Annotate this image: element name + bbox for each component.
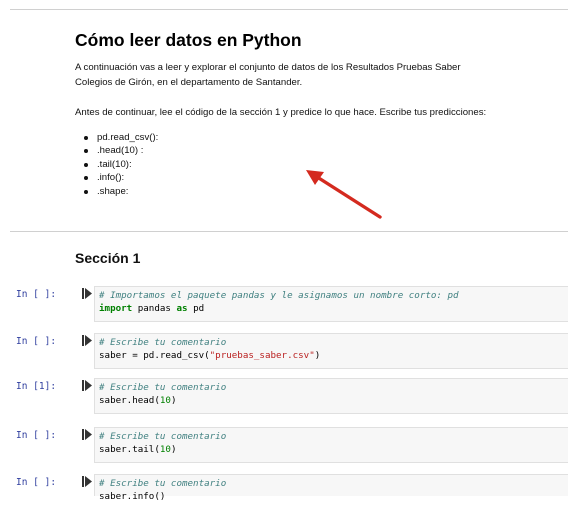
code-keyword: as [176,302,188,314]
code-cell[interactable]: In [ ]: # Escribe tu comentario saber.in… [0,474,568,510]
code-fragment: ) [170,443,177,455]
code-text[interactable]: # Escribe tu comentario saber = pd.read_… [99,337,320,362]
code-fragment: saber.info() [99,490,166,502]
code-cell[interactable]: In [ ]: # Escribe tu comentario saber.ta… [0,427,568,463]
intro-line-1: A continuación vas a leer y explorar el … [75,62,461,73]
code-number: 10 [159,443,171,455]
code-cell[interactable]: In [ ]: # Importamos el paquete pandas y… [0,286,568,322]
code-comment: # Importamos el paquete pandas y le asig… [99,290,459,301]
section-heading: Sección 1 [75,250,141,266]
red-arrow-annotation [306,170,382,219]
code-cell[interactable]: In [1]: # Escribe tu comentario saber.he… [0,378,568,414]
code-comment: # Escribe tu comentario [99,431,227,442]
code-fragment: pd [187,302,205,314]
cell-prompt: In [ ]: [16,336,57,347]
code-number: 10 [159,394,171,406]
list-item: pd.read_csv(): [84,131,568,144]
code-fragment: saber.head( [99,394,160,406]
code-text[interactable]: # Escribe tu comentario saber.head(10) [99,382,226,407]
cell-prompt: In [1]: [16,381,57,392]
intro-line-2: Colegios de Girón, en el departamento de… [75,77,303,88]
code-fragment: saber.tail( [99,443,160,455]
cell-prompt: In [ ]: [16,430,57,441]
run-cell-icon[interactable] [82,476,92,487]
page-title: Cómo leer datos en Python [75,30,302,50]
list-item: .head(10) : [84,144,568,157]
run-cell-icon[interactable] [82,288,92,299]
code-text[interactable]: # Escribe tu comentario saber.info() [99,478,226,503]
code-string: "pruebas_saber.csv" [209,349,315,361]
code-keyword: import [99,302,133,314]
cell-divider-middle [10,231,568,232]
code-fragment: ) [314,349,321,361]
instructions-paragraph: Antes de continuar, lee el código de la … [75,107,487,118]
cell-prompt: In [ ]: [16,289,57,300]
run-cell-icon[interactable] [82,380,92,391]
run-cell-icon[interactable] [82,429,92,440]
code-text[interactable]: # Escribe tu comentario saber.tail(10) [99,431,226,456]
code-fragment: ) [170,394,177,406]
cell-divider-top [10,9,568,10]
code-cell[interactable]: In [ ]: # Escribe tu comentario saber = … [0,333,568,369]
code-comment: # Escribe tu comentario [99,337,227,348]
intro-paragraph: A continuación vas a leer y explorar el … [75,60,565,90]
run-cell-icon[interactable] [82,335,92,346]
code-comment: # Escribe tu comentario [99,382,227,393]
code-fragment: saber = pd.read_csv( [99,349,210,361]
code-comment: # Escribe tu comentario [99,478,227,489]
code-text[interactable]: # Importamos el paquete pandas y le asig… [99,290,459,315]
cell-prompt: In [ ]: [16,477,57,488]
code-fragment: pandas [132,302,177,314]
